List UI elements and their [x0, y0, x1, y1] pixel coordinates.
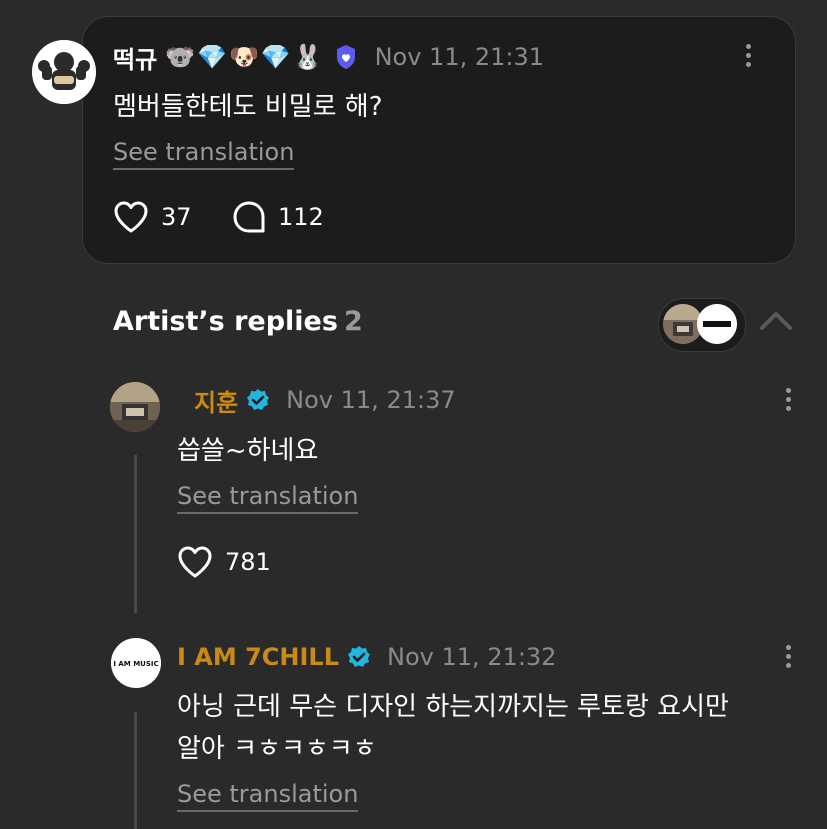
heart-icon: [178, 546, 212, 578]
post-like-button[interactable]: 37: [113, 200, 192, 234]
verified-check-icon: [246, 388, 270, 412]
reply-timestamp-2: Nov 11, 21:32: [387, 643, 557, 671]
artist-avatars-stack[interactable]: [658, 298, 746, 352]
artist-avatar-7chill-small: [697, 304, 737, 344]
reply-text: 씁쓸~하네요: [177, 436, 319, 466]
reply-header-2: I AM 7CHILL Nov 11, 21:32: [177, 640, 556, 674]
post-like-count: 37: [161, 203, 192, 231]
verified-check-icon-2: [347, 645, 371, 669]
reply-text-2-line-1: 아닝 근데 무슨 디자인 하는지까지는 루토랑 요시만: [177, 692, 729, 722]
i-am-music-logo-icon: I AM MUSIC: [111, 638, 161, 688]
post-text: 멤버들한테도 비밀로 해?: [113, 92, 383, 122]
avatar-illustration-icon: [32, 40, 96, 104]
reply-username-2[interactable]: I AM 7CHILL: [177, 643, 339, 671]
post-header: 떡규 🐨💎🐶💎🐰 Nov 11, 21:31: [113, 40, 544, 74]
member-badge-icon: [333, 44, 359, 70]
comment-bubble-icon: [233, 201, 265, 233]
reply-see-translation-link-2[interactable]: See translation: [177, 780, 359, 812]
reply-thread-line-2: [134, 712, 137, 829]
post-comment-button[interactable]: 112: [232, 200, 324, 234]
reply-more-options-icon[interactable]: [784, 388, 792, 411]
reply-like-button[interactable]: 781: [177, 545, 271, 579]
post-author-avatar[interactable]: [32, 40, 96, 104]
post-username[interactable]: 떡규: [113, 40, 157, 75]
logo-lettering: I AM MUSIC: [113, 660, 158, 668]
reply-more-options-icon-2[interactable]: [784, 645, 792, 668]
photo-thumbnail-icon: [110, 382, 160, 432]
post-timestamp: Nov 11, 21:31: [374, 43, 545, 71]
post-more-options-icon[interactable]: [744, 44, 752, 67]
reply-like-count: 781: [225, 548, 271, 576]
user-badges: 🐨💎🐶💎🐰: [165, 43, 325, 71]
heart-icon: [114, 201, 148, 233]
reply-username[interactable]: 지훈: [194, 383, 238, 418]
reply-timestamp: Nov 11, 21:37: [286, 386, 456, 414]
reply-see-translation-link[interactable]: See translation: [177, 482, 359, 514]
artist-replies-title: Artist’s replies 2: [113, 306, 363, 337]
reply-header: 지훈 Nov 11, 21:37: [194, 383, 456, 417]
post-comment-count: 112: [278, 203, 324, 231]
reply-avatar-7chill[interactable]: I AM MUSIC: [111, 638, 161, 688]
collapse-chevron-up-icon[interactable]: [758, 308, 794, 336]
reply-thread-line: [134, 455, 137, 613]
reply-avatar-jihoon[interactable]: [110, 382, 160, 432]
post-see-translation-link[interactable]: See translation: [113, 138, 295, 170]
artist-replies-label: Artist’s replies: [113, 306, 338, 337]
artist-replies-count: 2: [343, 306, 363, 337]
reply-text-2-line-2: 알아 ㅋㅎㅋㅎㅋㅎ: [177, 734, 377, 764]
